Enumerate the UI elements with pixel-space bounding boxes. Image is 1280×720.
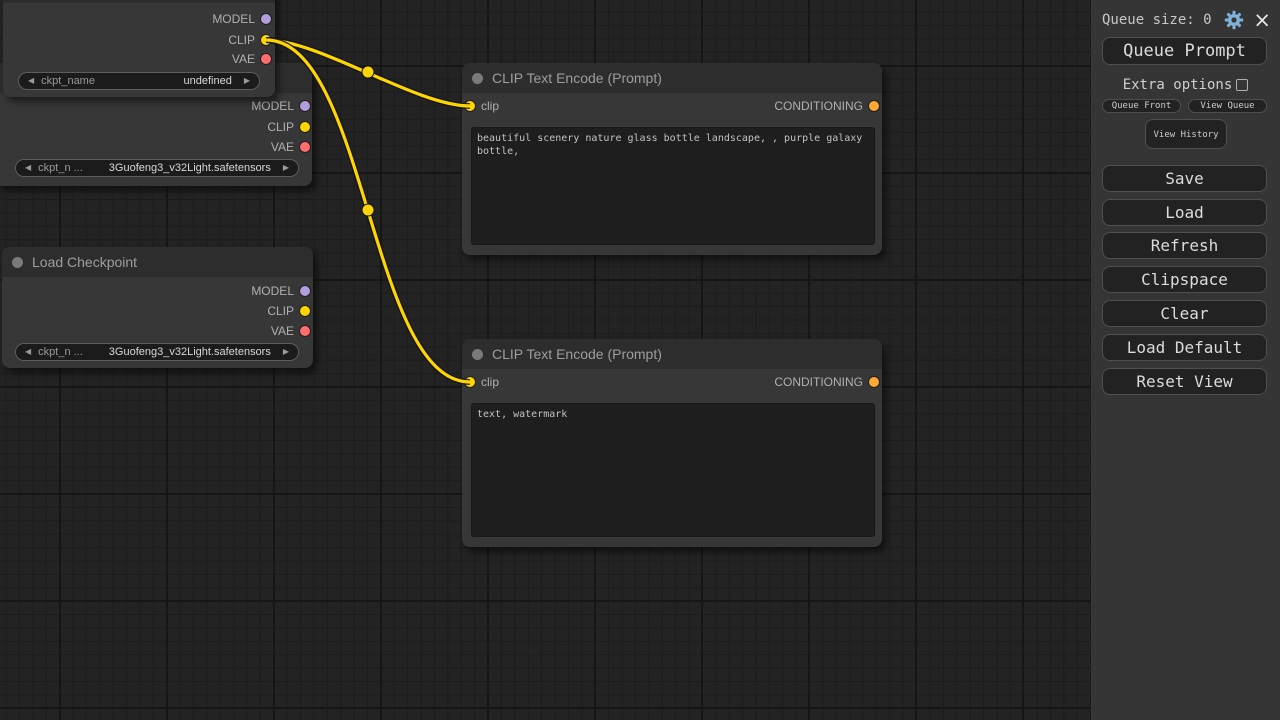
input-slot-clip: clip — [465, 97, 499, 115]
clip-output-dot-icon[interactable] — [300, 122, 310, 132]
clip-output-dot-icon[interactable] — [300, 306, 310, 316]
node-title-bar[interactable]: CLIP Text Encode (Prompt) — [462, 339, 882, 369]
output-slot-conditioning: CONDITIONING — [774, 373, 879, 391]
vae-output-dot-icon[interactable] — [300, 142, 310, 152]
widget-label: ckpt_name — [41, 75, 95, 87]
widget-label: ckpt_n ... — [38, 162, 83, 174]
vae-output-dot-icon[interactable] — [261, 54, 271, 64]
prompt-text-input[interactable]: text, watermark — [471, 403, 875, 537]
widget-value: 3Guofeng3_v32Light.safetensors — [109, 162, 271, 174]
node-clip-text-encode-negative[interactable]: CLIP Text Encode (Prompt) clip CONDITION… — [462, 339, 882, 547]
model-output-dot-icon[interactable] — [300, 286, 310, 296]
slot-label: clip — [481, 375, 499, 389]
link-midpoint-dot[interactable] — [362, 204, 374, 216]
view-queue-button[interactable]: View Queue — [1188, 99, 1267, 113]
clipspace-button[interactable]: Clipspace — [1102, 266, 1267, 293]
slot-label: VAE — [271, 324, 294, 338]
output-slot-conditioning: CONDITIONING — [774, 97, 879, 115]
extra-options-checkbox[interactable] — [1236, 79, 1248, 91]
combo-right-arrow-icon[interactable]: ▶ — [283, 348, 289, 356]
queue-front-button[interactable]: Queue Front — [1102, 99, 1181, 113]
output-slot-model: MODEL — [251, 97, 310, 115]
output-slot-model: MODEL — [212, 10, 271, 28]
node-title-bar[interactable] — [3, 0, 275, 3]
widget-value: 3Guofeng3_v32Light.safetensors — [109, 346, 271, 358]
output-slot-clip: CLIP — [228, 31, 271, 49]
combo-left-arrow-icon[interactable]: ◀ — [25, 164, 31, 172]
input-slot-clip: clip — [465, 373, 499, 391]
combo-left-arrow-icon[interactable]: ◀ — [25, 348, 31, 356]
slot-label: MODEL — [212, 12, 255, 26]
slot-label: CONDITIONING — [774, 375, 863, 389]
queue-prompt-button[interactable]: Queue Prompt — [1102, 37, 1267, 65]
comfy-menu-panel: Queue size: 0 × Queue Prompt — [1091, 0, 1280, 720]
slot-label: MODEL — [251, 99, 294, 113]
node-load-checkpoint[interactable]: Load Checkpoint MODEL CLIP VAE ◀ ckpt_n … — [2, 247, 313, 368]
slot-label: CLIP — [267, 120, 294, 134]
collapse-dot-icon[interactable] — [472, 73, 483, 84]
save-button[interactable]: Save — [1102, 165, 1267, 192]
output-slot-clip: CLIP — [267, 118, 310, 136]
slot-label: VAE — [271, 140, 294, 154]
graph-canvas[interactable]: MODEL CLIP VAE ◀ ckpt_n ... 3Guofeng3_v3… — [0, 0, 1091, 720]
node-checkpoint-loader-top[interactable]: MODEL CLIP VAE ◀ ckpt_name undefined ▶ — [3, 0, 275, 97]
model-output-dot-icon[interactable] — [261, 14, 271, 24]
combo-left-arrow-icon[interactable]: ◀ — [28, 77, 34, 85]
slot-label: CLIP — [228, 33, 255, 47]
slot-label: MODEL — [251, 284, 294, 298]
output-slot-vae: VAE — [232, 50, 271, 68]
collapse-dot-icon[interactable] — [12, 257, 23, 268]
model-output-dot-icon[interactable] — [300, 101, 310, 111]
refresh-button[interactable]: Refresh — [1102, 232, 1267, 259]
clip-input-dot-icon[interactable] — [465, 377, 475, 387]
widget-value: undefined — [184, 75, 232, 87]
slot-label: CLIP — [267, 304, 294, 318]
queue-size-label: Queue size: 0 — [1102, 12, 1212, 28]
conditioning-output-dot-icon[interactable] — [869, 377, 879, 387]
settings-gear-icon[interactable] — [1224, 10, 1244, 30]
node-title: CLIP Text Encode (Prompt) — [492, 70, 662, 86]
menu-header: Queue size: 0 × — [1102, 9, 1271, 31]
node-title-bar[interactable]: Load Checkpoint — [2, 247, 313, 277]
vae-output-dot-icon[interactable] — [300, 326, 310, 336]
extra-options-label: Extra options — [1123, 77, 1233, 93]
slot-label: clip — [481, 99, 499, 113]
extra-options-row: Extra options — [1091, 77, 1280, 92]
load-button[interactable]: Load — [1102, 199, 1267, 226]
output-slot-vae: VAE — [271, 138, 310, 156]
ckpt-name-combo-widget[interactable]: ◀ ckpt_name undefined ▶ — [18, 72, 260, 90]
conditioning-output-dot-icon[interactable] — [869, 101, 879, 111]
combo-right-arrow-icon[interactable]: ▶ — [244, 77, 250, 85]
clip-input-dot-icon[interactable] — [465, 101, 475, 111]
ckpt-name-combo-widget[interactable]: ◀ ckpt_n ... 3Guofeng3_v32Light.safetens… — [15, 343, 299, 361]
slot-label: CONDITIONING — [774, 99, 863, 113]
node-clip-text-encode-positive[interactable]: CLIP Text Encode (Prompt) clip CONDITION… — [462, 63, 882, 255]
clip-output-dot-icon[interactable] — [261, 35, 271, 45]
combo-right-arrow-icon[interactable]: ▶ — [283, 164, 289, 172]
slot-label: VAE — [232, 52, 255, 66]
reset-view-button[interactable]: Reset View — [1102, 368, 1267, 395]
close-menu-icon[interactable]: × — [1253, 11, 1271, 29]
collapse-dot-icon[interactable] — [472, 349, 483, 360]
clear-button[interactable]: Clear — [1102, 300, 1267, 327]
view-history-button[interactable]: View History — [1145, 119, 1227, 149]
load-default-button[interactable]: Load Default — [1102, 334, 1267, 361]
output-slot-clip: CLIP — [267, 302, 310, 320]
output-slot-vae: VAE — [271, 322, 310, 340]
prompt-text-input[interactable]: beautiful scenery nature glass bottle la… — [471, 127, 875, 245]
ckpt-name-combo-widget[interactable]: ◀ ckpt_n ... 3Guofeng3_v32Light.safetens… — [15, 159, 299, 177]
node-title-bar[interactable]: CLIP Text Encode (Prompt) — [462, 63, 882, 93]
widget-label: ckpt_n ... — [38, 346, 83, 358]
link-midpoint-dot[interactable] — [362, 66, 374, 78]
node-title: CLIP Text Encode (Prompt) — [492, 346, 662, 362]
node-title: Load Checkpoint — [32, 254, 137, 270]
output-slot-model: MODEL — [251, 282, 310, 300]
